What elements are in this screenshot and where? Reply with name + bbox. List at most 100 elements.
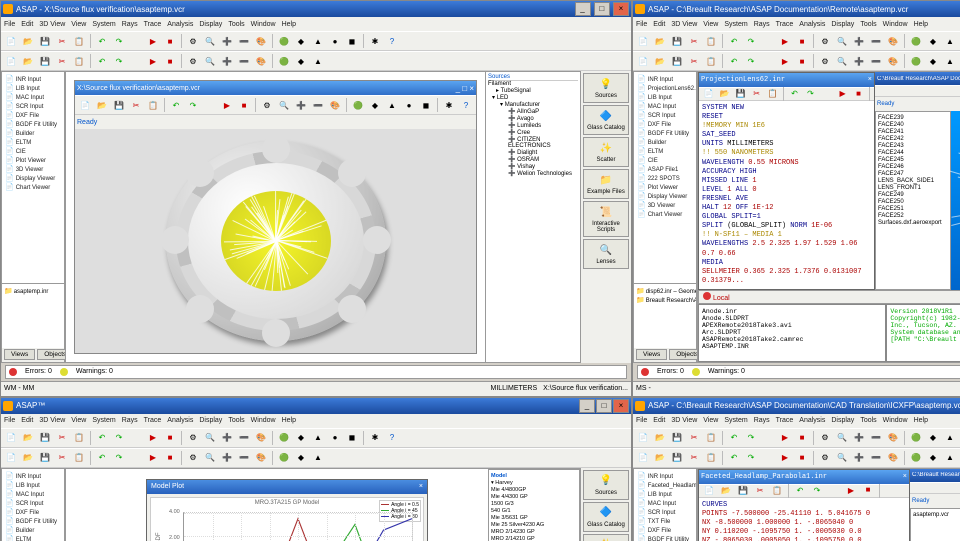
toolbar-btn-8[interactable]: ▶	[145, 450, 161, 466]
toolbar-btn-1[interactable]: 📂	[20, 53, 36, 69]
menu-edit[interactable]: Edit	[21, 417, 33, 424]
input-tree[interactable]: INR InputFaceted_Headlamp_Para...LIB Inp…	[634, 469, 696, 541]
toolbar-btn-10[interactable]: ⚙	[185, 450, 201, 466]
menu-system[interactable]: System	[92, 417, 115, 424]
model-item[interactable]: Mie 3/5631 GP	[491, 515, 577, 521]
toolbar-btn-13[interactable]: ➖	[236, 450, 252, 466]
menu-window[interactable]: Window	[251, 417, 276, 424]
editor-close[interactable]: ×	[903, 473, 907, 481]
toolbar-btn-7[interactable]	[826, 483, 842, 499]
tree-item[interactable]: DXF File	[636, 526, 694, 534]
menu-analysis[interactable]: Analysis	[799, 417, 825, 424]
proj-item[interactable]: Breault Research\ASAP...	[636, 296, 694, 304]
tree-item[interactable]: BGDF Fit Utility	[636, 535, 694, 541]
toolbar-btn-6[interactable]: ↷	[111, 33, 127, 49]
mfr-item[interactable]: ➕ Vishay	[508, 163, 578, 170]
toolbar-btn-12[interactable]: ➕	[219, 450, 235, 466]
face-item[interactable]: FACE247	[878, 171, 948, 177]
menu-3d-view[interactable]: 3D View	[39, 417, 65, 424]
toolbar-btn-16[interactable]: ◆	[925, 450, 941, 466]
menu-tools[interactable]: Tools	[860, 21, 876, 28]
toolbar-btn-9[interactable]: ■	[794, 450, 810, 466]
mfr-item[interactable]: ➕ Lumileds	[508, 122, 578, 129]
toolbar-btn-1[interactable]: 📂	[20, 430, 36, 446]
tree-item[interactable]: SCR Input	[636, 508, 694, 516]
toolbar-btn-4[interactable]: 📋	[703, 33, 719, 49]
tree-item[interactable]: DXF File	[636, 120, 694, 128]
toolbar-btn-16[interactable]: ◆	[925, 33, 941, 49]
tree-item[interactable]: ProjectionLens62.inr	[636, 84, 694, 92]
tree-item[interactable]: MAC Input	[4, 93, 62, 101]
toolbar-btn-11[interactable]: 🔍	[202, 53, 218, 69]
3d-viewport[interactable]	[951, 111, 960, 290]
toolbar-btn-2[interactable]: 💾	[669, 33, 685, 49]
menu-edit[interactable]: Edit	[21, 21, 33, 28]
toolbar-btn-20[interactable]: ✱	[441, 97, 457, 113]
toolbar-btn-6[interactable]: ↷	[809, 483, 825, 499]
toolbar-btn-2[interactable]: 💾	[111, 97, 127, 113]
toolbar-btn-17[interactable]: ▲	[942, 430, 958, 446]
menu-rays[interactable]: Rays	[122, 417, 138, 424]
toolbar-btn-15[interactable]: 🟢	[276, 33, 292, 49]
tree-item[interactable]: Builder	[4, 526, 62, 534]
toolbar-btn-16[interactable]: ◆	[293, 430, 309, 446]
toolbar-btn-9[interactable]: ■	[236, 97, 252, 113]
toolbar-btn-3[interactable]: ✂	[54, 430, 70, 446]
toolbar-btn-10[interactable]: ⚙	[817, 430, 833, 446]
toolbar-btn-0[interactable]: 📄	[635, 33, 651, 49]
toolbar-btn-0[interactable]: 📄	[701, 483, 717, 499]
tree-item[interactable]: Plot Viewer	[4, 156, 62, 164]
toolbar-btn-5[interactable]: ↶	[787, 86, 802, 102]
toolbar-btn-9[interactable]: ■	[162, 53, 178, 69]
tree-item[interactable]: LIB Input	[636, 490, 694, 498]
toolbar-btn-11[interactable]: 🔍	[834, 53, 850, 69]
toolbar-btn-1[interactable]: 📂	[652, 33, 668, 49]
tree-item[interactable]: Faceted_Headlamp_Para...	[636, 481, 694, 489]
toolbar-btn-3[interactable]: ✂	[686, 53, 702, 69]
menu-display[interactable]: Display	[199, 417, 222, 424]
editor-close[interactable]: ×	[868, 76, 872, 84]
menu-file[interactable]: File	[636, 417, 647, 424]
toolbar-btn-9[interactable]: ■	[794, 430, 810, 446]
toolbar-btn-6[interactable]: ↷	[743, 53, 759, 69]
menu-analysis[interactable]: Analysis	[799, 21, 825, 28]
toolbar-btn-8[interactable]: ▶	[835, 86, 850, 102]
model-item[interactable]: Mie 25 Silver4230 AG	[491, 522, 577, 528]
toolbar-btn-11[interactable]: 🔍	[202, 450, 218, 466]
tree-item[interactable]: INR Input	[636, 75, 694, 83]
plot-close[interactable]: ×	[419, 483, 423, 490]
toolbar-btn-10[interactable]: ⚙	[817, 450, 833, 466]
toolbar-btn-4[interactable]: 📋	[765, 86, 780, 102]
toolbar-btn-15[interactable]: 🟢	[276, 430, 292, 446]
viewer-titlebar[interactable]: X:\Source flux verification\asaptemp.vcr…	[75, 81, 476, 95]
toolbar-btn-4[interactable]: 📋	[703, 450, 719, 466]
toolbar-btn-0[interactable]: 📄	[635, 53, 651, 69]
face-item[interactable]: FACE246	[878, 164, 948, 170]
tree-item[interactable]: 3D Viewer	[636, 201, 694, 209]
toolbar-btn-5[interactable]: ↶	[94, 33, 110, 49]
toolbar-btn-0[interactable]: 📄	[3, 430, 19, 446]
tree-item[interactable]: Builder	[636, 138, 694, 146]
face-item[interactable]: FACE240	[878, 122, 948, 128]
toolbar-btn-3[interactable]: ✂	[752, 483, 768, 499]
toolbar-btn-9[interactable]: ■	[162, 450, 178, 466]
toolbar-btn-19[interactable]: ◼	[344, 33, 360, 49]
toolbar-btn-7[interactable]	[760, 53, 776, 69]
toolbar-btn-9[interactable]: ■	[851, 86, 866, 102]
toolbar-btn-9[interactable]: ■	[794, 53, 810, 69]
src-mfr[interactable]: ▾ Manufacturer	[488, 101, 578, 108]
toolbar-btn-7[interactable]	[128, 53, 144, 69]
toolbar-btn-6[interactable]: ↷	[743, 33, 759, 49]
toolbar-btn-11[interactable]: 🔍	[202, 430, 218, 446]
toolbar-btn-14[interactable]: 🎨	[253, 450, 269, 466]
toolbar-btn-0[interactable]: 📄	[701, 86, 716, 102]
toolbar-btn-15[interactable]: 🟢	[276, 450, 292, 466]
toolbar-btn-11[interactable]: 🔍	[202, 33, 218, 49]
tree-item[interactable]: BGDF Fit Utility	[636, 129, 694, 137]
toolbar-btn-12[interactable]: ➕	[219, 430, 235, 446]
toolbar-btn-8[interactable]: ▶	[219, 97, 235, 113]
menu-tools[interactable]: Tools	[228, 417, 244, 424]
tree-item[interactable]: LIB Input	[636, 93, 694, 101]
menu-trace[interactable]: Trace	[776, 21, 794, 28]
toolbar-btn-5[interactable]: ↶	[792, 483, 808, 499]
